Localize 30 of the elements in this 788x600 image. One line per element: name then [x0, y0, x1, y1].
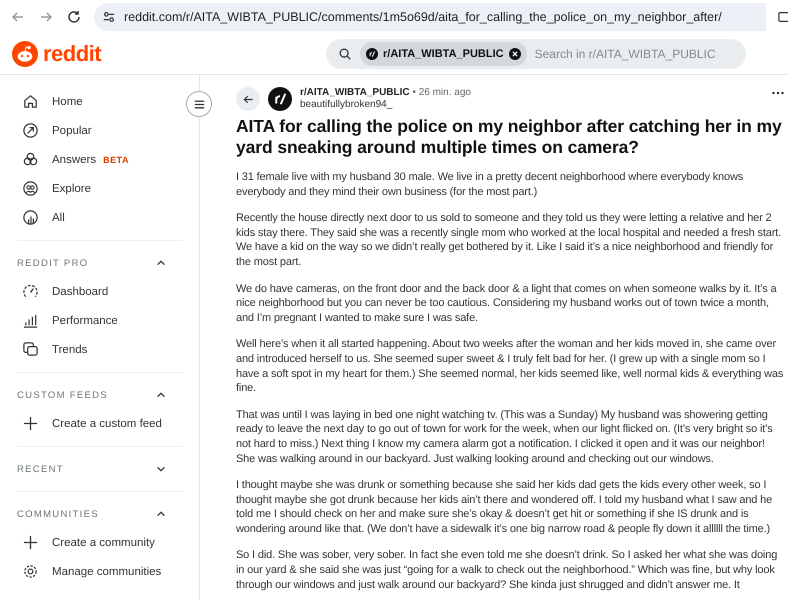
post-paragraph: Well here’s when it all started happening. About two weeks after the woman and her kids moved in, she came over and introduced herself to us. She seemed super sweet & I truly felt bad for her. (I grew up with a single mom so I have a soft spot in my heart for them.) She seemed normal, her kids seemed like, well normal kids & everything was fine.	[236, 337, 784, 396]
post-paragraph: I thought maybe she was drunk or something because she said her kids dad gets the kids every other week, so I thought maybe she got drunk because her kids ain’t there and wondered off. I told my husband what I saw and he told me I should check on her and make sure she’s okay & doesn’t get hit or something if she IS drunk and is wondering around like that. (We don’t have a sidewalk it’s one big narrow road & people fly down it allllll the time.)	[236, 478, 774, 536]
post-time: • 26 min. ago	[411, 87, 471, 98]
sidebar-item[interactable]: Manage communities	[17, 557, 199, 586]
sidebar-item[interactable]: Create a community	[17, 528, 199, 557]
subreddit-chip[interactable]: r/AITA_WIBTA_PUBLIC	[360, 42, 527, 66]
subreddit-link[interactable]: r/AITA_WIBTA_PUBLIC	[300, 87, 410, 98]
sidebar-item[interactable]: Answers BETA	[17, 145, 199, 174]
author-link[interactable]: beautifullybroken94_	[300, 99, 471, 111]
section-header[interactable]: REDDIT PRO	[17, 249, 199, 277]
sidebar-item[interactable]: Trends	[17, 335, 199, 364]
sidebar-item[interactable]: Performance	[17, 306, 199, 335]
section-header[interactable]: COMMUNITIES	[17, 500, 199, 528]
sidebar-item[interactable]: All	[17, 203, 199, 232]
section-header[interactable]: RECENT	[17, 455, 199, 483]
sidebar-item[interactable]: Explore	[17, 174, 199, 203]
url-text: reddit.com/r/AITA_WIBTA_PUBLIC/comments/1m5o69d/aita_for_calling_the_police_on_my_neighbor_after/	[124, 10, 722, 24]
sidebar-item[interactable]: Dashboard	[17, 277, 199, 306]
post-paragraph: Recently the house directly next door to us sold to someone and they told us they were letting a relative and her 2 kids stay there. They said she was a recently single mom who worked at the local hospital and needed a fresh start. We have a kid on the way so we didn’t really get bothered by it. Like I said it’s a nice neighborhood and friendly for the most part.	[236, 211, 782, 270]
sidebar-item[interactable]: Popular	[17, 116, 199, 145]
post-paragraph: We do have cameras, on the front door and the back door & a light that comes on when someone walks by it. It’s a nice neighborhood but you can never be too cautious. Considering my husband works out of town twice a month, and I’m pregnant I wanted to make sure I was safe.	[236, 282, 778, 326]
post-paragraph: I 31 female live with my husband 30 male. We live in a pretty decent neighborhood where everybody knows everybody and they mind their own business (for the most part.)	[236, 170, 744, 200]
post-title: AITA for calling the police on my neighbor after catching her in my yard sneaking around multiple times on camera?	[236, 116, 783, 158]
section-header[interactable]: CUSTOM FEEDS	[17, 381, 199, 409]
sidebar-item[interactable]: Create a custom feed	[17, 409, 199, 438]
search-field[interactable]: r/AITA_WIBTA_PUBLIC Search in r/AITA_WIBTA_PUBLIC	[326, 39, 746, 69]
post-paragraph: That was until I was laying in bed one night watching tv. (This was a Sunday) My husband was showering getting ready to leave the next day to go out of town for work for the week, when our light flicked on. (It’s very bright so it’s not hard to miss.) Next thing I know my camera alarm got a notification. I clicked it open and it was our neighbor! She was walking around in our backyard. Just walking looking around and checking out our windows.	[236, 408, 774, 466]
sidebar-item[interactable]: Home	[17, 87, 199, 116]
post-paragraph: So I did. She was sober, very sober. In fact she even told me she doesn’t drink. So I asked her what she was doing in our yard & she said she was just “going for a walk to check out the neighborhood.” Which was fine, but why look through our windows and just walk around our backyard? She kinda just shrugged and didn’t answer me. It	[236, 548, 778, 592]
address-bar[interactable]: reddit.com/r/AITA_WIBTA_PUBLIC/comments/1m5o69d/aita_for_calling_the_police_on_my_neighbor_after/	[94, 3, 766, 31]
